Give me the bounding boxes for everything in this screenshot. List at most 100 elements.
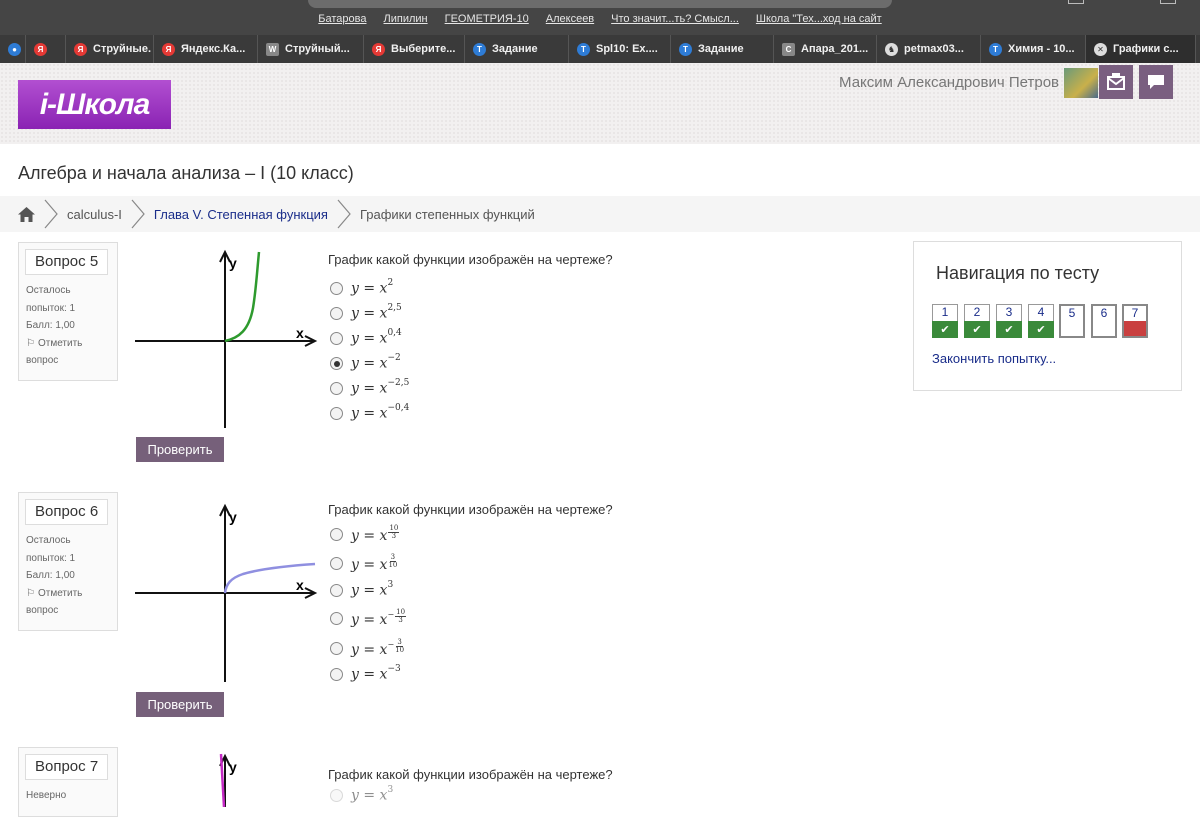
- radio-button[interactable]: [330, 557, 343, 570]
- quiz-navigation-panel: Навигация по тесту 1 ✔ 2 ✔ 3 ✔ 4 ✔ 5 6 7 Зак…: [913, 241, 1182, 391]
- fraction-denominator: 10: [388, 561, 398, 569]
- radio-button[interactable]: [330, 668, 343, 681]
- bookmark-link[interactable]: Школа "Тех...ход на сайт: [756, 13, 882, 29]
- option-base: y = x: [351, 280, 388, 297]
- browser-tab[interactable]: W Струйный...: [258, 35, 364, 63]
- fraction-exponent: 10 3: [388, 524, 400, 540]
- browser-tab[interactable]: Я Яндекс.Ка...: [154, 35, 258, 63]
- nav-question-button-current[interactable]: 7: [1122, 304, 1148, 338]
- radio-button[interactable]: [330, 788, 343, 802]
- nav-question-button[interactable]: 4 ✔: [1028, 304, 1054, 338]
- answer-option[interactable]: y = x−2,5: [330, 376, 409, 401]
- answer-option[interactable]: y = x 10 3: [330, 519, 406, 549]
- answer-option[interactable]: y = x2: [330, 276, 409, 301]
- tabs-overview-icon[interactable]: [1160, 0, 1176, 4]
- breadcrumb-chapter[interactable]: Глава V. Степенная функция: [154, 196, 328, 232]
- browser-toolbar: Батарова Липилин ГЕОМЕТРИЯ-10 Алексеев Ч…: [0, 0, 1200, 35]
- option-exponent: 2: [387, 278, 394, 289]
- option-base: y = x: [351, 641, 388, 658]
- flag-question-link[interactable]: ⚐ Отметить: [25, 335, 111, 353]
- finish-attempt-link[interactable]: Закончить попытку...: [932, 351, 1056, 366]
- check-icon: ✔: [996, 321, 1022, 338]
- answer-option[interactable]: y = x0,4: [330, 326, 409, 351]
- question-text: График какой функции изображён на чертеж…: [328, 502, 613, 517]
- tab-favicon-icon: ●: [8, 42, 21, 56]
- incorrect-marker: [1124, 321, 1146, 336]
- radio-button[interactable]: [330, 612, 343, 625]
- nav-question-button[interactable]: 2 ✔: [964, 304, 990, 338]
- answer-option[interactable]: y = x−3: [330, 662, 406, 687]
- browser-tab[interactable]: Я Выберите...: [364, 35, 465, 63]
- radio-button[interactable]: [330, 641, 343, 655]
- radio-button[interactable]: [330, 282, 343, 295]
- fraction-exponent: 3 10: [395, 638, 404, 654]
- answer-option[interactable]: y = x− 3 10: [330, 634, 406, 662]
- bookmark-link[interactable]: Липилин: [384, 13, 428, 29]
- score-label: Балл: 1,00: [26, 570, 75, 581]
- close-icon[interactable]: ✕: [1094, 42, 1107, 56]
- chess-icon: ♞: [885, 42, 898, 56]
- nav-question-button-unanswered[interactable]: 5: [1059, 304, 1085, 338]
- radio-button[interactable]: [330, 527, 343, 541]
- browser-tab[interactable]: T Химия - 10...: [981, 35, 1086, 63]
- score-label: Балл: 1,00: [26, 320, 75, 331]
- home-link[interactable]: [18, 196, 35, 232]
- nav-question-button-unanswered[interactable]: 6: [1091, 304, 1117, 338]
- avatar[interactable]: [1064, 68, 1098, 98]
- answer-option[interactable]: y = x 3 10: [330, 549, 406, 578]
- yandex-icon: Я: [162, 42, 175, 56]
- answer-option[interactable]: y = x3: [330, 784, 393, 806]
- breadcrumb-course[interactable]: calculus-I: [67, 196, 122, 232]
- notifications-button[interactable]: [1099, 65, 1133, 99]
- flag-question-label[interactable]: вопрос: [25, 352, 111, 370]
- answer-option[interactable]: y = x2,5: [330, 301, 409, 326]
- c-icon: C: [782, 42, 795, 56]
- browser-tab[interactable]: Я Струйные.: [66, 35, 154, 63]
- address-bar[interactable]: [308, 0, 892, 8]
- answer-option[interactable]: y = x−0,4: [330, 401, 409, 426]
- radio-button[interactable]: [330, 584, 343, 597]
- radio-button[interactable]: [330, 332, 343, 345]
- flag-question-label[interactable]: вопрос: [25, 602, 111, 620]
- flag-question-link[interactable]: ⚐ Отметить: [25, 585, 111, 603]
- question-text: График какой функции изображён на чертеж…: [328, 252, 613, 267]
- question-info-box: Вопрос 5 Осталось попыток: 1 Балл: 1,00 …: [18, 242, 118, 381]
- option-base: y = x: [351, 405, 388, 422]
- browser-tab-active[interactable]: ✕ Графики с...: [1086, 35, 1196, 63]
- site-logo[interactable]: i-Школа: [18, 80, 171, 129]
- browser-tab[interactable]: Я: [26, 35, 66, 63]
- check-button[interactable]: Проверить: [136, 692, 224, 717]
- attempts-label: Осталось: [26, 535, 71, 546]
- bookmark-link[interactable]: Что значит...ть? Смысл...: [611, 13, 739, 29]
- answer-option[interactable]: y = x3: [330, 578, 406, 603]
- browser-tab[interactable]: T Spl10: Ex....: [569, 35, 671, 63]
- radio-button-selected[interactable]: [330, 357, 343, 370]
- browser-tab[interactable]: T Задание: [465, 35, 569, 63]
- radio-button[interactable]: [330, 307, 343, 320]
- messages-button[interactable]: [1139, 65, 1173, 99]
- check-button[interactable]: Проверить: [136, 437, 224, 462]
- share-icon[interactable]: [1068, 0, 1084, 4]
- radio-button[interactable]: [330, 382, 343, 395]
- browser-tab[interactable]: ♞ petmax03...: [877, 35, 981, 63]
- option-exponent: −2: [387, 353, 401, 364]
- question-number: Вопрос 7: [25, 754, 109, 780]
- browser-tab[interactable]: ●: [0, 35, 26, 63]
- nav-question-button[interactable]: 1 ✔: [932, 304, 958, 338]
- t-icon: T: [577, 42, 590, 56]
- answer-option-selected[interactable]: y = x−2: [330, 351, 409, 376]
- bookmark-link[interactable]: Батарова: [318, 13, 366, 29]
- fraction-exponent: 3 10: [388, 554, 397, 569]
- radio-button[interactable]: [330, 407, 343, 420]
- user-name[interactable]: Максим Александрович Петров: [839, 74, 1059, 91]
- attempts-value: попыток: 1: [26, 552, 76, 564]
- bookmark-link[interactable]: Алексеев: [546, 13, 594, 29]
- fraction-exponent: 10 3: [395, 609, 407, 624]
- nav-question-button[interactable]: 3 ✔: [996, 304, 1022, 338]
- answer-option[interactable]: y = x− 10 3: [330, 603, 407, 634]
- fraction-denominator: 3: [398, 616, 403, 624]
- browser-tab[interactable]: C Апара_201...: [774, 35, 877, 63]
- browser-tab[interactable]: T Задание: [671, 35, 774, 63]
- bookmark-link[interactable]: ГЕОМЕТРИЯ-10: [445, 13, 529, 29]
- yandex-icon: Я: [74, 42, 87, 56]
